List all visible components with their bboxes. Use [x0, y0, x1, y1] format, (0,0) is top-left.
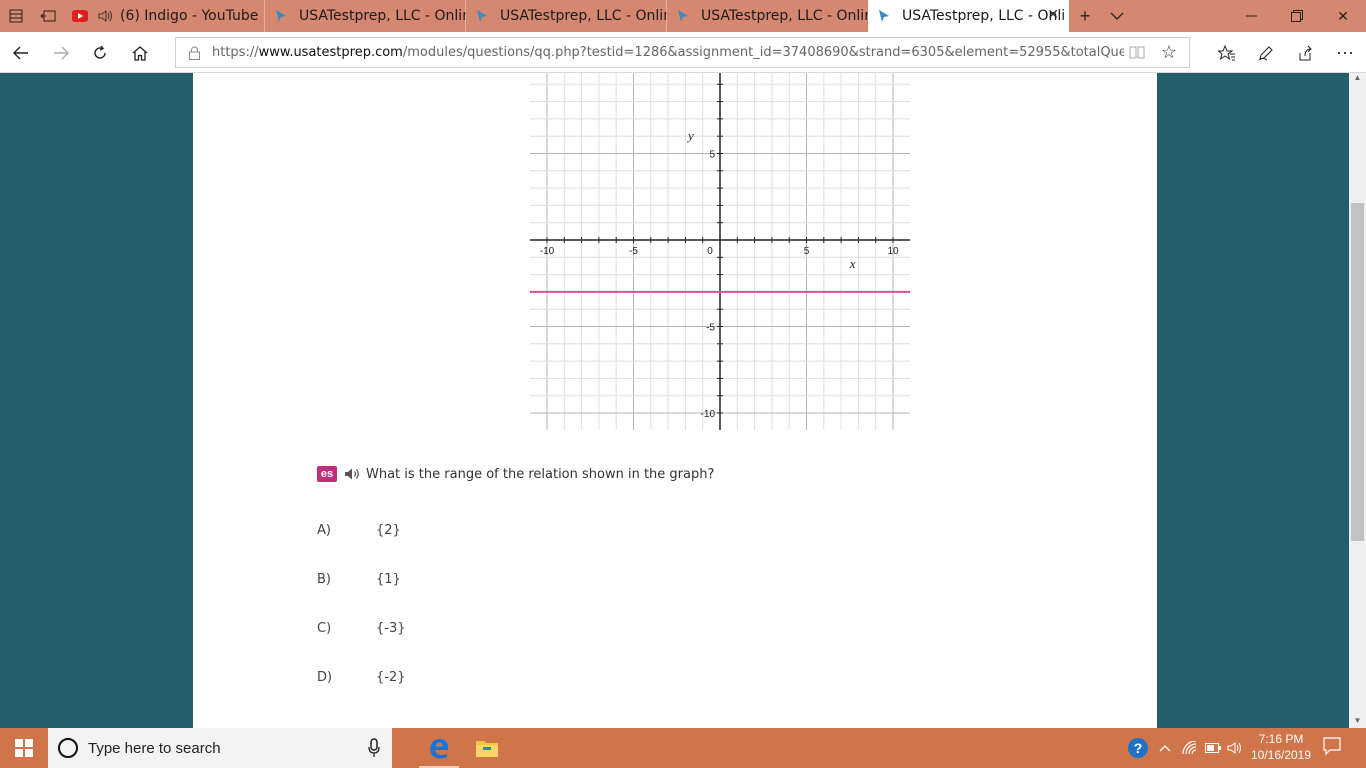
y-tick-label: 5: [709, 150, 715, 161]
choice-value: {1}: [376, 571, 401, 587]
tab-title: USATestprep, LLC - Online S: [299, 8, 466, 24]
answer-choice-c[interactable]: C) {-3}: [317, 619, 406, 637]
question-row: es What is the range of the relation sho…: [317, 464, 714, 484]
y-tick-label: -10: [701, 409, 716, 420]
tab-bar: (6) Indigo - YouTube USATestprep, LLC - …: [0, 0, 1366, 32]
system-clock[interactable]: 7:16 PM 10/16/2019: [1244, 731, 1318, 763]
choice-letter: D): [317, 669, 333, 685]
minimize-icon[interactable]: [1228, 0, 1274, 32]
url-text: https://www.usatestprep.com/modules/ques…: [212, 45, 1124, 60]
windows-start-icon[interactable]: [0, 728, 48, 768]
url-path: /modules/questions/qq.php?testid=1286&as…: [402, 45, 1124, 60]
youtube-icon: [72, 8, 88, 24]
speaker-icon[interactable]: [344, 466, 362, 482]
more-options-icon[interactable]: ⋯: [1330, 38, 1360, 68]
coordinate-graph: -10 -5 0 5 10 5 -5 -10 x y: [530, 73, 910, 430]
choice-value: {-2}: [376, 669, 406, 685]
tab-usatestprep-3[interactable]: USATestprep, LLC - Online S: [667, 0, 868, 32]
window-controls: ✕: [1228, 0, 1366, 32]
tab-title: (6) Indigo - YouTube: [120, 8, 259, 24]
tab-usatestprep-2[interactable]: USATestprep, LLC - Online S: [466, 0, 667, 32]
y-tick-label: -5: [706, 323, 715, 334]
tab-youtube[interactable]: (6) Indigo - YouTube: [64, 0, 265, 32]
pen-notes-icon[interactable]: [1251, 38, 1281, 68]
spanish-translation-icon[interactable]: es: [317, 466, 337, 482]
tab-usatestprep-1[interactable]: USATestprep, LLC - Online S: [265, 0, 466, 32]
x-tick-label: 0: [707, 246, 713, 257]
y-axis-label: y: [686, 128, 694, 143]
restore-icon[interactable]: [1274, 0, 1320, 32]
tab-title: USATestprep, LLC - Online S: [701, 8, 868, 24]
question-text: What is the range of the relation shown …: [366, 466, 715, 482]
tab-title: USATestprep, LLC - Online S: [500, 8, 667, 24]
usatestprep-icon: [675, 8, 691, 24]
tab-manager-icon[interactable]: [0, 0, 32, 32]
show-hidden-icons-chevron-icon[interactable]: [1154, 728, 1176, 768]
tab-usatestprep-active[interactable]: USATestprep, LLC - Onli ✕: [868, 0, 1069, 32]
favorites-hub-icon[interactable]: [1212, 38, 1242, 68]
choice-letter: B): [317, 571, 331, 587]
home-icon[interactable]: [125, 38, 155, 68]
clock-time: 7:16 PM: [1258, 732, 1304, 746]
question-page: -10 -5 0 5 10 5 -5 -10 x y es What is the range o…: [193, 73, 1157, 728]
choice-letter: A): [317, 522, 331, 538]
navigation-bar: https://www.usatestprep.com/modules/ques…: [0, 32, 1366, 73]
new-tab-icon[interactable]: +: [1069, 0, 1101, 32]
x-tick-label: -5: [629, 246, 638, 257]
battery-icon[interactable]: [1202, 728, 1224, 768]
scrollbar-thumb[interactable]: [1351, 203, 1364, 541]
choice-letter: C): [317, 620, 332, 636]
clock-date: 10/16/2019: [1250, 748, 1312, 762]
url-prefix: https://: [212, 45, 259, 60]
volume-icon[interactable]: [1224, 728, 1246, 768]
tab-title: USATestprep, LLC - Onli: [902, 8, 1066, 24]
edge-browser-icon[interactable]: [415, 728, 463, 768]
answer-choice-b[interactable]: B) {1}: [317, 570, 401, 588]
help-icon[interactable]: ?: [1124, 728, 1152, 768]
speaker-playing-icon[interactable]: [98, 8, 114, 24]
choice-value: {-3}: [376, 620, 406, 636]
lock-icon[interactable]: [176, 46, 212, 60]
scroll-down-arrow-icon[interactable]: ▼: [1349, 716, 1366, 728]
choice-value: {2}: [376, 522, 401, 538]
scroll-up-arrow-icon[interactable]: ▲: [1349, 73, 1366, 85]
cortana-icon: [58, 738, 78, 758]
svg-text:?: ?: [1134, 740, 1143, 756]
microphone-icon[interactable]: [368, 738, 380, 763]
usatestprep-icon: [876, 8, 892, 24]
x-tick-label: 5: [804, 246, 810, 257]
x-tick-label: -10: [540, 246, 555, 257]
x-axis-label: x: [849, 256, 856, 271]
wifi-icon[interactable]: [1178, 728, 1202, 768]
answer-choice-d[interactable]: D) {-2}: [317, 668, 406, 686]
share-icon[interactable]: [1290, 38, 1320, 68]
close-tab-icon[interactable]: ✕: [1047, 7, 1059, 23]
refresh-icon[interactable]: [85, 38, 115, 68]
close-window-icon[interactable]: ✕: [1320, 0, 1366, 32]
address-bar[interactable]: https://www.usatestprep.com/modules/ques…: [175, 37, 1190, 68]
back-icon[interactable]: [6, 38, 36, 68]
reading-view-icon[interactable]: [1129, 45, 1145, 62]
favorite-star-icon[interactable]: ☆: [1161, 42, 1177, 63]
windows-taskbar: Type here to search ? 7:16 PM 10/16/2019: [0, 728, 1366, 768]
forward-icon[interactable]: [46, 38, 76, 68]
search-placeholder: Type here to search: [88, 739, 221, 757]
x-tick-label: 10: [887, 246, 899, 257]
usatestprep-icon: [273, 8, 289, 24]
tab-preview-chevron-icon[interactable]: [1101, 0, 1133, 32]
set-tabs-aside-icon[interactable]: [32, 0, 64, 32]
taskbar-search-box[interactable]: Type here to search: [48, 728, 392, 768]
page-scrollbar[interactable]: ▲ ▼: [1349, 73, 1366, 728]
usatestprep-icon: [474, 8, 490, 24]
action-center-icon[interactable]: [1322, 736, 1346, 760]
file-explorer-icon[interactable]: [463, 728, 511, 768]
url-domain: www.usatestprep.com: [258, 45, 403, 60]
answer-choice-a[interactable]: A) {2}: [317, 521, 401, 539]
